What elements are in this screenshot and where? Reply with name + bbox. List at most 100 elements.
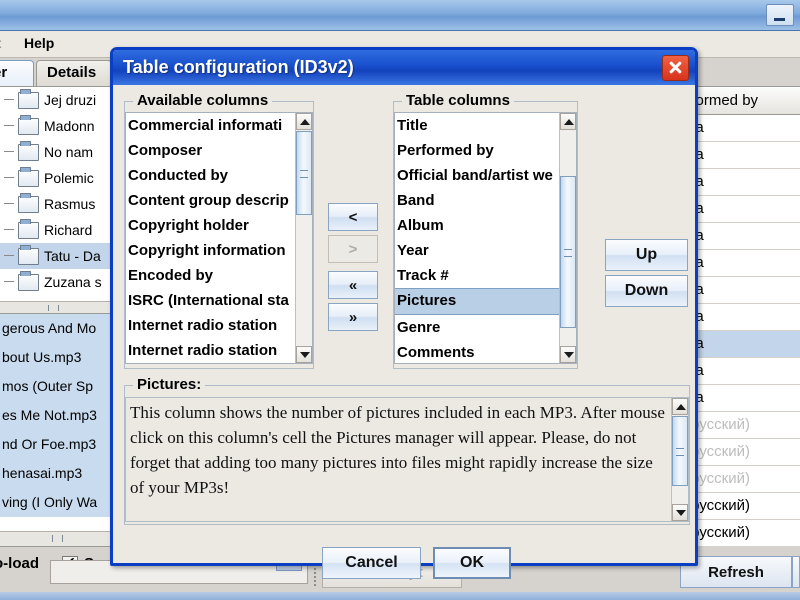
scrollbar-thumb[interactable]	[296, 131, 312, 215]
scrollbar-thumb[interactable]	[672, 416, 688, 486]
close-icon[interactable]	[662, 55, 689, 81]
tree-line	[4, 255, 14, 256]
tree-item-label: Polemic	[44, 170, 94, 186]
list-item[interactable]: Band	[395, 188, 559, 213]
tree-item[interactable]: Rasmus	[0, 191, 118, 217]
list-item[interactable]: mos (Outer Sp	[0, 372, 118, 401]
scroll-down-icon[interactable]	[296, 346, 312, 363]
ok-button[interactable]: OK	[433, 547, 511, 579]
minimize-icon[interactable]	[766, 4, 794, 26]
table-columns-items: Title Performed by Official band/artist …	[395, 113, 559, 363]
tree-item-label: Zuzana s	[44, 274, 102, 290]
list-item[interactable]: Internet radio station	[126, 313, 295, 338]
tree-item[interactable]: No nam	[0, 139, 118, 165]
list-item[interactable]: gerous And Mo	[0, 314, 118, 343]
tree-item-selected[interactable]: Tatu - Da	[0, 243, 118, 269]
description-scrollbar[interactable]	[671, 398, 688, 521]
list-item-selected[interactable]: Pictures	[395, 288, 559, 315]
move-left-button[interactable]: <	[328, 203, 378, 231]
list-item[interactable]: ving (I Only Wa	[0, 488, 118, 517]
list-item[interactable]: es Me Not.mp3	[0, 401, 118, 430]
list-item[interactable]: Conducted by	[126, 163, 295, 188]
move-up-button[interactable]: Up	[605, 239, 688, 271]
scroll-up-icon[interactable]	[560, 113, 576, 130]
folder-tree[interactable]: Jej druzi Madonn No nam Polemic Rasmus R…	[0, 86, 119, 303]
folder-icon	[18, 144, 39, 161]
scroll-up-icon[interactable]	[296, 113, 312, 130]
folder-icon	[18, 118, 39, 135]
list-item[interactable]: ISRC (International sta	[126, 288, 295, 313]
tab-browser[interactable]: er	[0, 60, 34, 86]
tree-item-label: Jej druzi	[44, 92, 96, 108]
tree-line	[4, 203, 14, 204]
tree-item[interactable]: Jej druzi	[0, 87, 118, 113]
list-item[interactable]: Official band/artist we	[395, 163, 559, 188]
list-item[interactable]: Composer	[126, 138, 295, 163]
list-item[interactable]: Internet radio station	[126, 338, 295, 363]
file-list[interactable]: gerous And Mo bout Us.mp3 mos (Outer Sp …	[0, 313, 119, 547]
triangle-down-icon	[564, 352, 574, 358]
table-columns-scrollbar[interactable]	[559, 113, 576, 363]
available-columns-title: Available columns	[133, 92, 272, 109]
tree-line	[4, 177, 14, 178]
list-item[interactable]: Album	[395, 213, 559, 238]
tab-details[interactable]: Details	[36, 60, 112, 86]
dialog-titlebar[interactable]: Table configuration (ID3v2)	[113, 50, 695, 85]
available-columns-list[interactable]: Commercial informati Composer Conducted …	[125, 112, 313, 364]
list-item[interactable]: Comments	[395, 340, 559, 363]
table-configuration-dialog: Table configuration (ID3v2) Available co…	[110, 47, 698, 566]
list-item[interactable]: Encoded by	[126, 263, 295, 288]
list-item[interactable]: Copyright information	[126, 238, 295, 263]
table-columns-list[interactable]: Title Performed by Official band/artist …	[394, 112, 577, 364]
tree-item-label: Richard	[44, 222, 92, 238]
triangle-up-icon	[676, 404, 686, 410]
scroll-up-icon[interactable]	[672, 398, 688, 415]
list-item[interactable]: Performed by	[395, 138, 559, 163]
list-item[interactable]: Title	[395, 113, 559, 138]
toolbar-edge-button[interactable]	[792, 556, 800, 588]
menu-item-help[interactable]: Help	[24, 35, 54, 51]
scroll-down-icon[interactable]	[672, 504, 688, 521]
list-item[interactable]: nd Or Foe.mp3	[0, 430, 118, 459]
table-columns-title: Table columns	[402, 92, 514, 109]
background-window-titlebar: oTT	[0, 0, 800, 31]
tree-item-label: Madonn	[44, 118, 95, 134]
list-item[interactable]: henasai.mp3	[0, 459, 118, 488]
horizontal-scrollbar[interactable]	[0, 531, 118, 546]
move-right-button: >	[328, 235, 378, 263]
tree-line	[4, 99, 14, 100]
triangle-down-icon	[676, 510, 686, 516]
triangle-down-icon	[300, 352, 310, 358]
tree-item-label: Rasmus	[44, 196, 95, 212]
autoload-label: o-load	[0, 555, 39, 572]
tree-item[interactable]: Zuzana s	[0, 269, 118, 295]
list-item[interactable]: Year	[395, 238, 559, 263]
folder-icon	[18, 222, 39, 239]
list-item[interactable]: bout Us.mp3	[0, 343, 118, 372]
available-list-scrollbar[interactable]	[295, 113, 312, 363]
folder-icon	[18, 92, 39, 109]
tree-item-label: No nam	[44, 144, 93, 160]
move-down-button[interactable]: Down	[605, 275, 688, 307]
tree-item[interactable]: Polemic	[0, 165, 118, 191]
list-item[interactable]: Content group descrip	[126, 188, 295, 213]
move-all-right-button[interactable]: »	[328, 303, 378, 331]
description-text: This column shows the number of pictures…	[130, 400, 668, 500]
move-all-left-button[interactable]: «	[328, 271, 378, 299]
available-columns-items: Commercial informati Composer Conducted …	[126, 113, 295, 363]
description-box[interactable]: This column shows the number of pictures…	[125, 397, 689, 522]
scroll-down-icon[interactable]	[560, 346, 576, 363]
list-item[interactable]: Genre	[395, 315, 559, 340]
menu-item-edit[interactable]: t	[0, 35, 1, 51]
dialog-title: Table configuration (ID3v2)	[123, 57, 354, 78]
window-bottom-strip	[0, 592, 800, 600]
scrollbar-thumb[interactable]	[560, 176, 576, 328]
tree-line	[4, 151, 14, 152]
list-item[interactable]: Commercial informati	[126, 113, 295, 138]
tree-item[interactable]: Madonn	[0, 113, 118, 139]
list-item[interactable]: Copyright holder	[126, 213, 295, 238]
tree-item[interactable]: Richard	[0, 217, 118, 243]
folder-icon	[18, 196, 39, 213]
cancel-button[interactable]: Cancel	[322, 547, 421, 579]
list-item[interactable]: Track #	[395, 263, 559, 288]
